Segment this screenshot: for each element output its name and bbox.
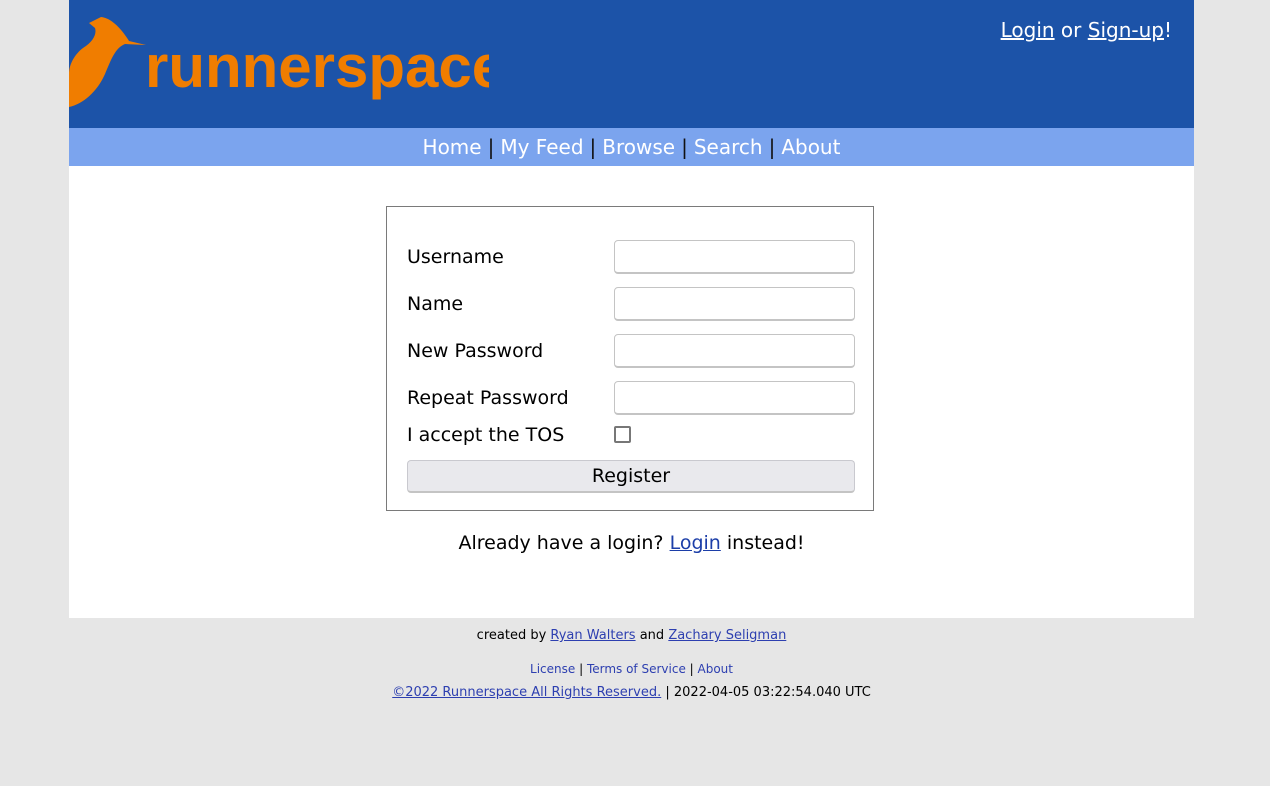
site-header: runnerspace Login or Sign-up! [69, 0, 1194, 128]
nav-separator: | [487, 135, 495, 159]
login-instead-link[interactable]: Login [670, 532, 721, 554]
nav-about[interactable]: About [781, 135, 840, 159]
runnerspace-logo[interactable]: runnerspace [69, 14, 489, 114]
username-row: Username [407, 240, 855, 274]
nav-search[interactable]: Search [694, 135, 763, 159]
register-button[interactable]: Register [407, 460, 855, 493]
footer-about-link[interactable]: About [698, 662, 733, 676]
main-nav: Home | My Feed | Browse | Search | About [69, 128, 1194, 166]
login-instead-suffix: instead! [720, 532, 805, 554]
author-link-ryan[interactable]: Ryan Walters [550, 628, 635, 643]
and-text: and [635, 628, 669, 643]
login-link[interactable]: Login [1001, 18, 1055, 42]
timestamp: | 2022-04-05 03:22:54.040 UTC [661, 685, 871, 700]
username-input[interactable] [614, 240, 855, 274]
created-by-text: created by [476, 628, 551, 643]
nav-my-feed[interactable]: My Feed [500, 135, 583, 159]
login-instead: Already have a login? Login instead! [69, 532, 1194, 554]
new-password-input[interactable] [614, 334, 855, 368]
page: runnerspace Login or Sign-up! Home | My Fe… [69, 0, 1194, 700]
signup-link[interactable]: Sign-up [1088, 18, 1164, 42]
footer-links: License | Terms of Service | About [530, 662, 733, 676]
nav-separator: | [681, 135, 688, 159]
footer-license-link[interactable]: License [530, 662, 575, 676]
name-input[interactable] [614, 287, 855, 321]
repeat-password-label: Repeat Password [407, 387, 569, 409]
name-label: Name [407, 293, 464, 315]
repeat-password-input[interactable] [614, 381, 855, 415]
exclaim-text: ! [1163, 18, 1172, 42]
name-row: Name [407, 287, 855, 321]
brand-name: runnerspace [145, 33, 489, 100]
nav-separator: | [768, 135, 776, 159]
tos-row: I accept the TOS [407, 418, 855, 452]
copyright: ©2022 Runnerspace All Rights Reserved. |… [69, 685, 1194, 700]
credits: created by Ryan Walters and Zachary Seli… [69, 628, 1194, 643]
site-footer: created by Ryan Walters and Zachary Seli… [69, 628, 1194, 700]
author-link-zachary[interactable]: Zachary Seligman [668, 628, 786, 643]
new-password-row: New Password [407, 334, 855, 368]
new-password-label: New Password [407, 340, 544, 362]
username-label: Username [407, 246, 504, 268]
nav-home[interactable]: Home [423, 135, 482, 159]
nav-browse[interactable]: Browse [602, 135, 675, 159]
login-instead-prefix: Already have a login? [458, 532, 670, 554]
copyright-link[interactable]: ©2022 Runnerspace All Rights Reserved. [392, 685, 661, 700]
or-text: or [1054, 18, 1088, 42]
bird-icon [69, 17, 146, 107]
footer-tos-link[interactable]: Terms of Service [587, 662, 686, 676]
nav-separator: | [589, 135, 597, 159]
register-form: Username Name New Password Repeat Passwo… [386, 206, 874, 511]
repeat-password-row: Repeat Password [407, 381, 855, 415]
tos-checkbox[interactable] [614, 426, 631, 443]
auth-links: Login or Sign-up! [1001, 18, 1172, 42]
main-content: Username Name New Password Repeat Passwo… [69, 166, 1194, 618]
tos-label: I accept the TOS [407, 424, 565, 446]
